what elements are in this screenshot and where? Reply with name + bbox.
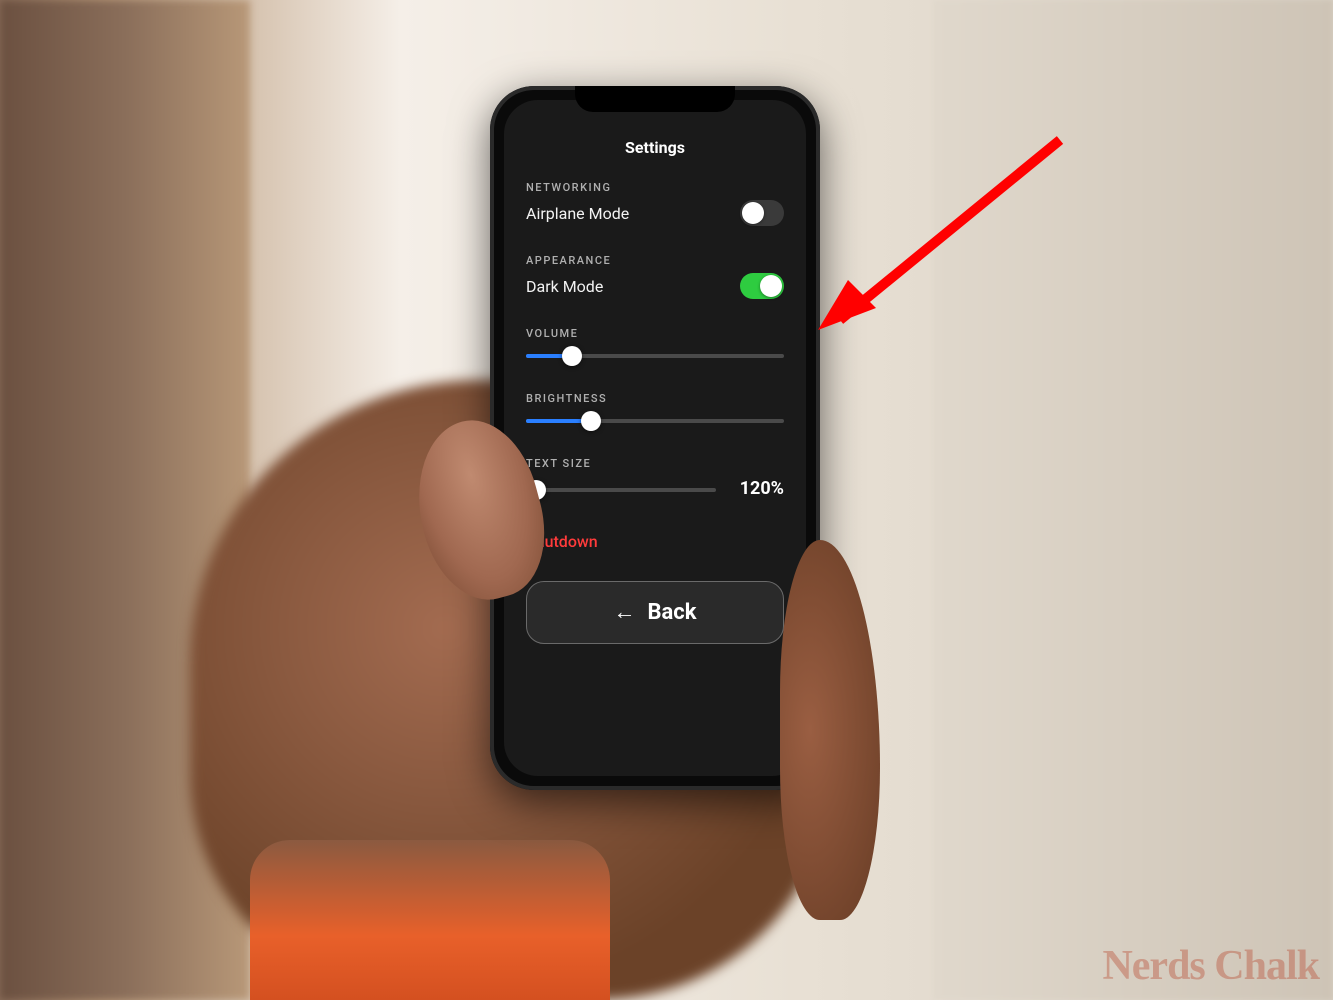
- slider-track: [526, 488, 716, 492]
- dark-mode-label: Dark Mode: [526, 277, 603, 296]
- arrow-left-icon: ←: [613, 602, 635, 624]
- background-curtain-right: [933, 0, 1333, 1000]
- back-button-label: Back: [647, 600, 696, 625]
- airplane-mode-row: Airplane Mode: [526, 200, 784, 226]
- text-size-section: TEXT SIZE 120%: [526, 457, 784, 500]
- shutdown-button[interactable]: Shutdown: [526, 532, 784, 551]
- text-size-slider[interactable]: [526, 480, 716, 500]
- airplane-mode-label: Airplane Mode: [526, 204, 629, 223]
- fingers-right: [780, 540, 880, 920]
- dark-mode-row: Dark Mode: [526, 273, 784, 299]
- dark-mode-toggle[interactable]: [740, 273, 784, 299]
- watermark: Nerds Chalk: [1102, 942, 1319, 990]
- hand-wrist: [250, 840, 610, 1000]
- back-button[interactable]: ← Back: [526, 581, 784, 644]
- volume-section: VOLUME: [526, 327, 784, 366]
- slider-thumb[interactable]: [562, 346, 582, 366]
- slider-thumb[interactable]: [581, 411, 601, 431]
- page-title: Settings: [526, 138, 784, 157]
- volume-label: VOLUME: [526, 327, 784, 340]
- airplane-mode-toggle[interactable]: [740, 200, 784, 226]
- brightness-section: BRIGHTNESS: [526, 392, 784, 431]
- section-appearance-label: APPEARANCE: [526, 254, 784, 267]
- brightness-slider[interactable]: [526, 411, 784, 431]
- section-networking-label: NETWORKING: [526, 181, 784, 194]
- settings-screen: Settings NETWORKING Airplane Mode APPEAR…: [504, 100, 806, 776]
- text-size-value: 120%: [730, 478, 784, 499]
- phone-frame: Settings NETWORKING Airplane Mode APPEAR…: [490, 86, 820, 790]
- toggle-knob: [742, 202, 764, 224]
- brightness-label: BRIGHTNESS: [526, 392, 784, 405]
- text-size-label: TEXT SIZE: [526, 457, 784, 470]
- toggle-knob: [760, 275, 782, 297]
- phone-screen: Settings NETWORKING Airplane Mode APPEAR…: [504, 100, 806, 776]
- volume-slider[interactable]: [526, 346, 784, 366]
- phone-notch: [575, 86, 735, 112]
